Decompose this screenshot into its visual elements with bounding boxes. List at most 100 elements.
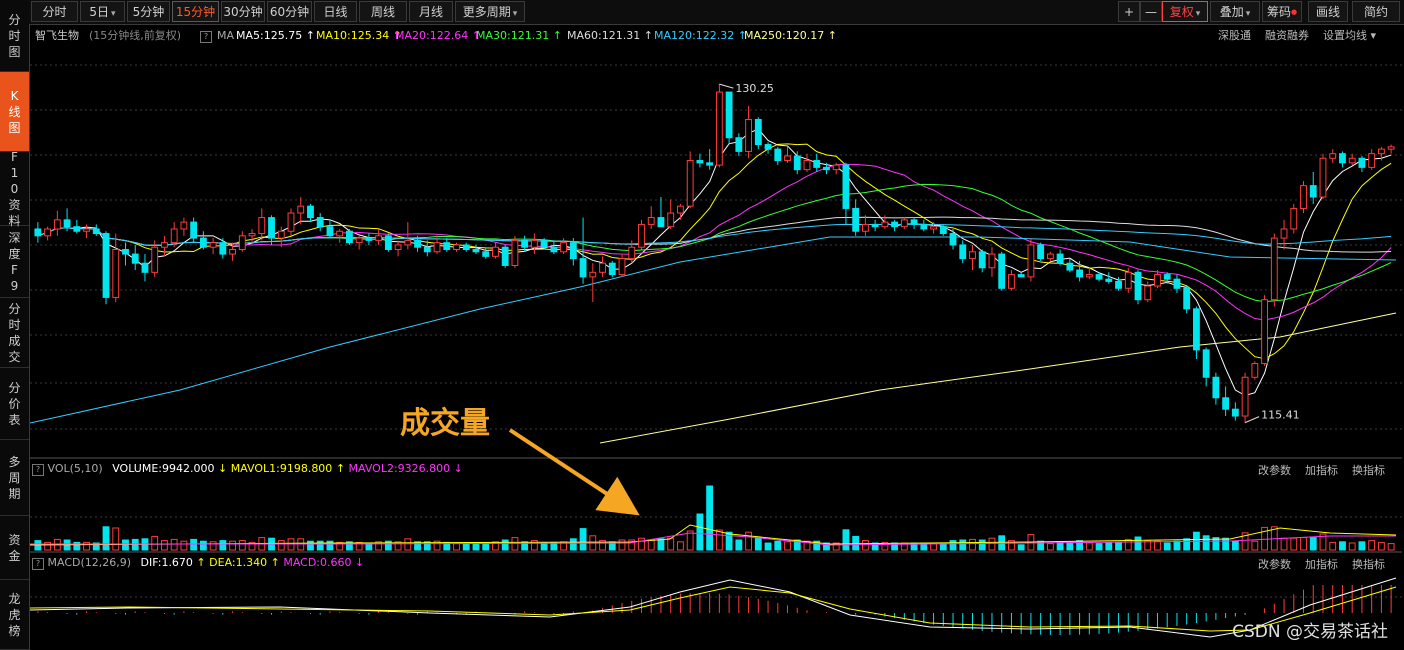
sidebar-tab-1[interactable]: K线图	[0, 72, 29, 152]
sidebar-tab-label: 分时图	[8, 12, 21, 59]
indicator-link-2[interactable]: 换指标	[1352, 464, 1385, 477]
sidebar-tab-5[interactable]: 分价表	[0, 368, 29, 440]
candle-body	[492, 246, 499, 257]
candle-body	[384, 235, 392, 250]
candle-body	[277, 230, 285, 239]
sidebar-tab-0[interactable]: 分时图	[0, 0, 29, 72]
simple-mode-button[interactable]: 简约	[1352, 1, 1400, 22]
volume-bar	[784, 541, 791, 551]
ma10-line	[37, 143, 1392, 360]
ma250-line	[599, 312, 1397, 444]
ma-item-1: MA10:125.34 ↑	[316, 29, 402, 42]
sidebar-tab-label: 多周期	[8, 454, 21, 501]
period-1[interactable]: 5日 ▾	[80, 1, 125, 22]
volume-bar	[1163, 542, 1171, 551]
candle-body	[1339, 153, 1346, 164]
ma5-line	[37, 128, 1392, 397]
period-5[interactable]: 60分钟	[267, 1, 312, 22]
sidebar-tab-label: 龙虎榜	[8, 591, 21, 638]
candle-body	[404, 239, 412, 246]
candle-body	[813, 160, 821, 168]
volume-bar	[161, 540, 168, 551]
period-0[interactable]: 分时	[31, 1, 78, 22]
draw-line-button[interactable]: 画线	[1308, 1, 1348, 22]
period-6[interactable]: 日线	[314, 1, 357, 22]
candle-body	[1163, 274, 1171, 280]
down-arrow-icon: ↓	[217, 462, 228, 475]
candle-body	[1017, 274, 1025, 278]
candle-body	[735, 137, 743, 152]
candle-body	[209, 242, 217, 248]
candle-body	[1115, 280, 1122, 289]
sidebar-tab-label: 深度F9	[8, 230, 21, 293]
candle-body	[190, 221, 198, 239]
info-link-0[interactable]: 深股通	[1218, 29, 1251, 42]
zoom-in-button[interactable]: +	[1118, 1, 1140, 22]
candle-body	[229, 249, 237, 255]
volume-bar	[988, 537, 996, 551]
dif-line	[30, 577, 1397, 638]
candle-body	[871, 223, 879, 228]
mavol1-value: MAVOL1:9198.800	[230, 462, 333, 475]
overlay-button[interactable]: 叠加 ▾	[1210, 1, 1260, 22]
indicator-link-2[interactable]: 换指标	[1352, 558, 1385, 571]
zoom-out-button[interactable]: —	[1140, 1, 1162, 22]
candle-body	[1202, 349, 1210, 378]
fuquan-button[interactable]: 复权 ▾	[1162, 1, 1208, 22]
annotation-arrow	[508, 428, 640, 516]
volume-bar	[978, 539, 986, 551]
candle-body	[472, 249, 480, 253]
indicator-link-0[interactable]: 改参数	[1258, 464, 1291, 477]
period-toolbar: 分时 5日 ▾ 5分钟 15分钟 30分钟 60分钟 日线 周线 月线 更多周期 ▾ + — 复权 ▾ 叠加 ▾ 筹…	[29, 0, 1404, 25]
help-icon[interactable]: ?	[32, 558, 44, 570]
candle-body	[307, 205, 314, 219]
candle-body	[1231, 408, 1239, 417]
candle-body	[423, 246, 431, 253]
volume-bar	[1387, 543, 1395, 551]
info-link-1[interactable]: 融资融券	[1265, 29, 1309, 42]
volume-bar	[1046, 543, 1054, 551]
period-9[interactable]: 更多周期 ▾	[455, 1, 525, 22]
sidebar-tab-8[interactable]: 龙虎榜	[0, 580, 29, 650]
indicator-link-1[interactable]: 加指标	[1305, 464, 1338, 477]
sidebar-tab-2[interactable]: F10资料	[0, 150, 29, 228]
ma-item-2: MA20:122.64 ↑	[395, 29, 481, 42]
ma-item-0: MA5:125.75 ↑	[236, 29, 315, 42]
period-4[interactable]: 30分钟	[221, 1, 265, 22]
period-3[interactable]: 15分钟	[172, 1, 219, 22]
sidebar-tab-4[interactable]: 分时成交	[0, 298, 29, 368]
volume-bar	[677, 541, 684, 551]
candle-body	[803, 160, 811, 171]
candle-body	[501, 246, 509, 266]
help-icon[interactable]: ?	[32, 464, 44, 476]
candle-body	[969, 251, 976, 260]
candle-body	[248, 233, 256, 237]
candle-body	[258, 217, 266, 235]
period-7[interactable]: 周线	[359, 1, 407, 22]
candle-body	[1329, 153, 1337, 159]
indicator-link-0[interactable]: 改参数	[1258, 558, 1291, 571]
sidebar-tab-3[interactable]: 深度F9	[0, 226, 29, 298]
sidebar-tab-6[interactable]: 多周期	[0, 440, 29, 516]
volume-bar	[190, 538, 198, 551]
volume-bar	[1202, 535, 1210, 551]
info-link-2[interactable]: 设置均线 ▾	[1323, 29, 1376, 42]
candle-body	[560, 242, 568, 253]
chips-button[interactable]: 筹码●	[1262, 1, 1302, 22]
candle-body	[881, 221, 889, 228]
candle-body	[375, 235, 383, 241]
sidebar-tab-7[interactable]: 资金	[0, 516, 29, 580]
period-2[interactable]: 5分钟	[127, 1, 170, 22]
candle-body	[1270, 237, 1278, 301]
candle-body	[715, 91, 723, 166]
period-8[interactable]: 月线	[409, 1, 453, 22]
candle-body	[170, 228, 178, 244]
indicator-link-1[interactable]: 加指标	[1305, 558, 1338, 571]
settings-icon[interactable]: ?	[200, 25, 212, 47]
candle-body	[832, 164, 840, 171]
volume-bar	[1134, 536, 1142, 551]
candle-body	[141, 262, 149, 273]
macd-links: 改参数 加指标 换指标	[1244, 556, 1385, 572]
volume-bar	[180, 540, 188, 551]
up-arrow-icon: ↑	[270, 556, 280, 569]
